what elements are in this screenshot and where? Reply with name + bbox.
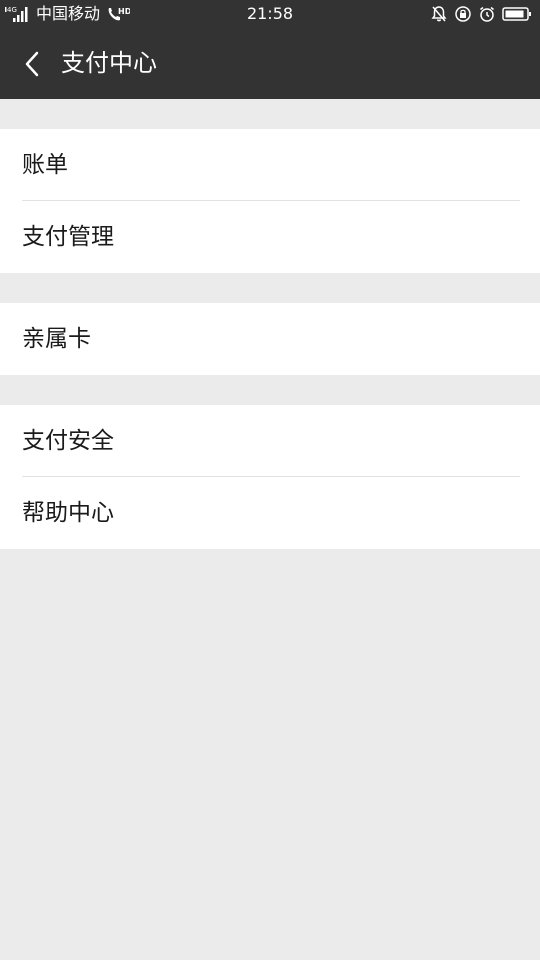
rotation-lock-icon xyxy=(455,6,471,22)
app-header: 支付中心 xyxy=(0,28,540,99)
page-title: 支付中心 xyxy=(61,49,157,77)
status-bar: 4G 中国移动 HD 21:58 xyxy=(0,0,540,28)
menu-group-billing: 账单 支付管理 xyxy=(0,129,540,273)
menu-item-family-card[interactable]: 亲属卡 xyxy=(0,303,540,375)
menu-item-payment-management[interactable]: 支付管理 xyxy=(0,201,540,273)
menu-group-family-card: 亲属卡 xyxy=(0,303,540,375)
alarm-clock-icon xyxy=(480,6,494,22)
back-button[interactable] xyxy=(12,42,52,86)
menu-item-payment-security[interactable]: 支付安全 xyxy=(0,405,540,477)
battery-icon xyxy=(502,7,531,21)
status-right xyxy=(424,4,532,24)
menu-item-help-center[interactable]: 帮助中心 xyxy=(0,477,540,549)
back-arrow-icon xyxy=(25,51,39,77)
menu-item-bills[interactable]: 账单 xyxy=(0,129,540,201)
menu-group-security: 支付安全 帮助中心 xyxy=(0,405,540,549)
mute-bell-icon xyxy=(431,6,447,22)
